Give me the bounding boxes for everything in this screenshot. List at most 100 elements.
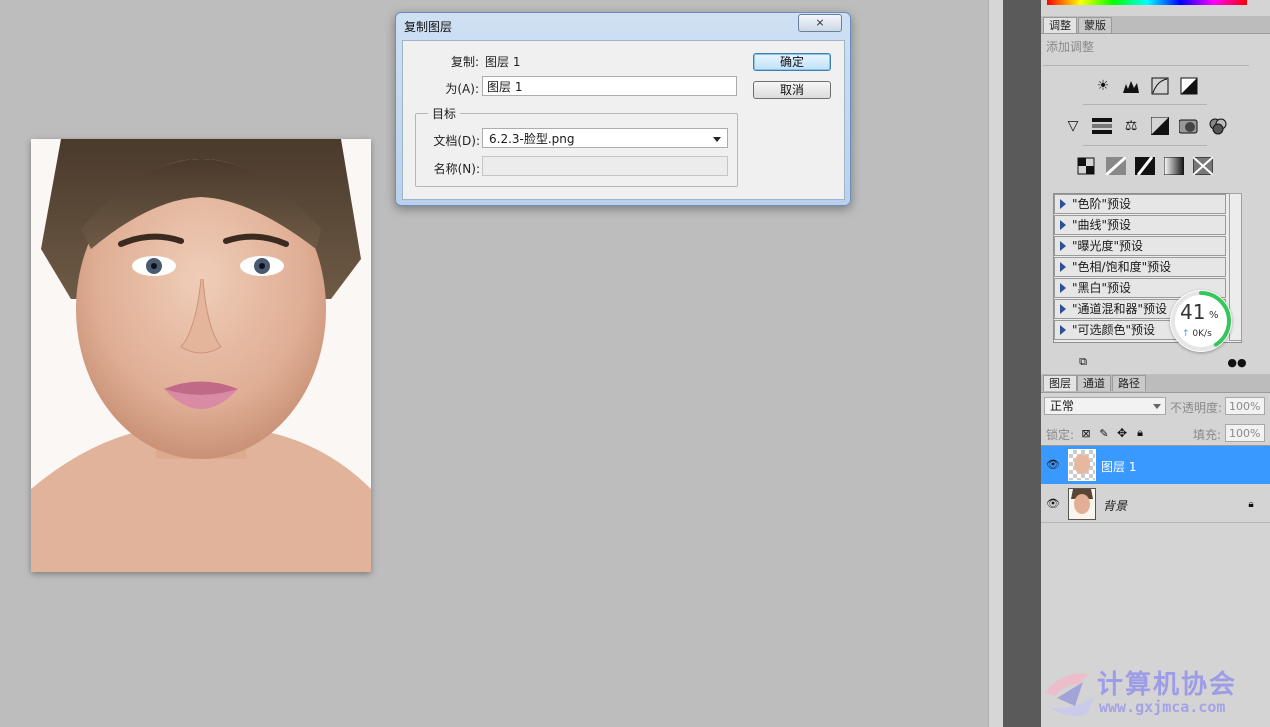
eye-icon[interactable]: 👁︎ bbox=[1046, 497, 1060, 511]
levels-icon-shape bbox=[1123, 81, 1139, 93]
tab-adjustments[interactable]: 调整 bbox=[1043, 17, 1077, 33]
tab-paths[interactable]: 路径 bbox=[1112, 375, 1146, 391]
layer-thumbnail-face bbox=[1069, 489, 1095, 519]
duplicate-layer-dialog: 复制图层 ⨯ 复制: 图层 1 为(A): 图层 1 目标 文档(D): 6.2… bbox=[395, 12, 851, 206]
curves-icon-shape bbox=[1151, 77, 1169, 95]
cancel-button[interactable]: 取消 bbox=[753, 81, 831, 99]
clip-to-layer-icon[interactable]: ⧉ bbox=[1073, 352, 1093, 372]
selective-color-icon[interactable] bbox=[1193, 156, 1213, 176]
separator bbox=[1083, 104, 1207, 105]
layer-row-background[interactable]: 👁︎ 背景 🔒︎ bbox=[1041, 485, 1270, 523]
gauge-percent-sign: % bbox=[1209, 310, 1219, 321]
vibrance-icon[interactable]: ▽ bbox=[1063, 116, 1083, 136]
document-select[interactable]: 6.2.3-脸型.png bbox=[482, 128, 728, 148]
document-image[interactable] bbox=[31, 139, 371, 572]
lock-pixels-brush-icon[interactable]: ✎ bbox=[1097, 423, 1111, 443]
curves-icon[interactable] bbox=[1150, 76, 1170, 96]
layer-row-layer1[interactable]: 👁︎ 图层 1 bbox=[1041, 446, 1270, 484]
preset-label: "可选颜色"预设 bbox=[1072, 323, 1156, 337]
blend-mode-select[interactable]: 正常 bbox=[1044, 397, 1166, 415]
posterize-icon[interactable] bbox=[1106, 156, 1126, 176]
layer-thumbnail-face bbox=[1074, 454, 1090, 474]
close-button[interactable]: ⨯ bbox=[798, 14, 842, 32]
portrait-image bbox=[31, 139, 371, 572]
hue-saturation-icon-shape bbox=[1092, 118, 1112, 134]
gradient-map-icon-shape bbox=[1164, 157, 1184, 175]
expand-triangle-icon bbox=[1060, 262, 1066, 272]
selective-color-icon-shape bbox=[1193, 157, 1213, 175]
add-adjustment-label: 添加调整 bbox=[1046, 40, 1095, 54]
preset-label: "通道混和器"预设 bbox=[1072, 302, 1168, 316]
exposure-icon[interactable] bbox=[1179, 76, 1199, 96]
threshold-icon[interactable] bbox=[1135, 156, 1155, 176]
eye-icon[interactable]: 👁︎ bbox=[1046, 458, 1060, 472]
copy-label: 复制: bbox=[450, 55, 479, 69]
preset-item-exposure[interactable]: "曝光度"预设 bbox=[1054, 236, 1226, 256]
fill-input[interactable]: 100% bbox=[1225, 424, 1265, 442]
separator bbox=[1083, 145, 1207, 146]
photo-filter-icon[interactable] bbox=[1179, 116, 1199, 136]
tab-channels[interactable]: 通道 bbox=[1077, 375, 1111, 391]
expand-triangle-icon bbox=[1060, 283, 1066, 293]
lock-label: 锁定: bbox=[1046, 428, 1075, 442]
channel-mixer-icon[interactable] bbox=[1208, 116, 1228, 136]
hue-saturation-icon[interactable] bbox=[1092, 116, 1112, 136]
color-spectrum-bar[interactable] bbox=[1047, 0, 1247, 5]
name-input[interactable] bbox=[482, 156, 728, 176]
network-speed-gauge[interactable]: 41 % ↑ 0K/s bbox=[1170, 290, 1232, 352]
view-previous-state-icon[interactable]: ●● bbox=[1227, 352, 1247, 372]
lock-icon: 🔒︎ bbox=[1248, 498, 1254, 510]
invert-icon[interactable] bbox=[1077, 156, 1097, 176]
watermark: 计算机协会 www.gxjmca.com bbox=[1043, 660, 1270, 727]
lock-transparent-icon[interactable]: ⊠ bbox=[1079, 423, 1093, 443]
tab-layers[interactable]: 图层 bbox=[1043, 375, 1077, 391]
photo-filter-icon-shape bbox=[1179, 119, 1198, 134]
collapsed-panel-strip bbox=[1003, 0, 1041, 727]
threshold-icon-shape bbox=[1135, 157, 1155, 175]
blend-mode-value: 正常 bbox=[1050, 399, 1075, 413]
layer-name: 背景 bbox=[1103, 499, 1128, 513]
preset-item-levels[interactable]: "色阶"预设 bbox=[1054, 194, 1226, 214]
lock-all-icon[interactable]: 🔒︎ bbox=[1133, 423, 1147, 443]
opacity-input[interactable]: 100% bbox=[1225, 397, 1265, 415]
document-select-value: 6.2.3-脸型.png bbox=[489, 132, 575, 146]
black-white-icon[interactable] bbox=[1150, 116, 1170, 136]
ok-button[interactable]: 确定 bbox=[753, 53, 831, 71]
panel-divider[interactable] bbox=[988, 0, 1004, 727]
gauge-percent: 41 bbox=[1180, 300, 1206, 324]
posterize-icon-shape bbox=[1106, 157, 1126, 175]
chevron-down-icon bbox=[713, 137, 721, 142]
target-group: 目标 文档(D): 6.2.3-脸型.png 名称(N): bbox=[415, 105, 738, 187]
as-label: 为(A): bbox=[445, 82, 479, 96]
watermark-logo-icon bbox=[1045, 673, 1095, 716]
lock-position-move-icon[interactable]: ✥ bbox=[1115, 423, 1129, 443]
watermark-title: 计算机协会 bbox=[1097, 670, 1238, 700]
gauge-speed: ↑ 0K/s bbox=[1182, 329, 1212, 339]
copy-value: 图层 1 bbox=[485, 55, 521, 69]
as-input[interactable]: 图层 1 bbox=[482, 76, 737, 96]
black-white-icon-shape bbox=[1151, 117, 1169, 135]
expand-triangle-icon bbox=[1060, 304, 1066, 314]
dialog-body: 复制: 图层 1 为(A): 图层 1 目标 文档(D): 6.2.3-脸型.p… bbox=[402, 40, 845, 200]
expand-triangle-icon bbox=[1060, 220, 1066, 230]
preset-label: "曲线"预设 bbox=[1072, 218, 1132, 232]
levels-icon[interactable] bbox=[1121, 76, 1141, 96]
gradient-map-icon[interactable] bbox=[1164, 156, 1184, 176]
watermark-url: www.gxjmca.com bbox=[1099, 698, 1226, 716]
chevron-down-icon bbox=[1153, 404, 1161, 409]
separator bbox=[1043, 65, 1249, 66]
brightness-icon[interactable]: ☀ bbox=[1093, 76, 1113, 96]
preset-item-curves[interactable]: "曲线"预设 bbox=[1054, 215, 1226, 235]
invert-icon-shape bbox=[1077, 157, 1095, 175]
layer-thumbnail bbox=[1068, 449, 1096, 481]
upload-arrow-icon: ↑ bbox=[1182, 329, 1193, 339]
expand-triangle-icon bbox=[1060, 241, 1066, 251]
tab-masks[interactable]: 蒙版 bbox=[1078, 17, 1112, 33]
exposure-icon-shape bbox=[1180, 77, 1198, 95]
close-icon: ⨯ bbox=[815, 16, 825, 29]
color-balance-icon[interactable]: ⚖ bbox=[1121, 116, 1141, 136]
preset-label: "黑白"预设 bbox=[1072, 281, 1132, 295]
layer-name: 图层 1 bbox=[1101, 460, 1137, 474]
adjustments-tabs: 调整 蒙版 bbox=[1041, 16, 1270, 34]
preset-item-hue-saturation[interactable]: "色相/饱和度"预设 bbox=[1054, 257, 1226, 277]
